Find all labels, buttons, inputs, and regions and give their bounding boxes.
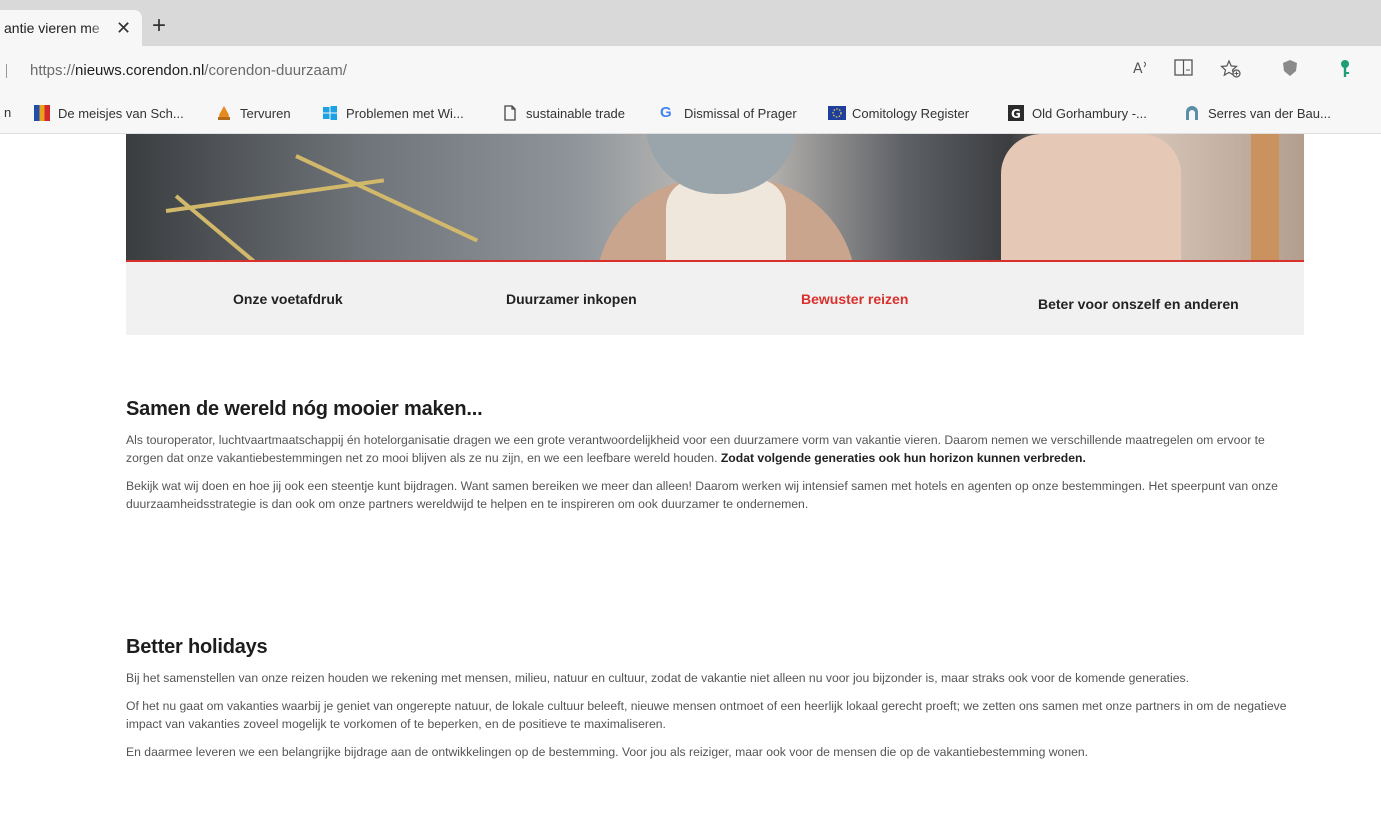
bookmark-item[interactable]: De meisjes van Sch...	[34, 105, 184, 121]
new-tab-icon[interactable]: +	[152, 14, 166, 38]
bookmark-label: sustainable trade	[526, 105, 626, 121]
nav-onze-voetafdruk[interactable]: Onze voetafdruk	[233, 291, 343, 307]
nav-bewuster-reizen[interactable]: Bewuster reizen	[801, 291, 908, 307]
google-icon: G	[660, 104, 672, 121]
tab-title: antie vieren me	[4, 20, 100, 36]
bookmarks-bar: n De meisjes van Sch... Tervuren Problem…	[0, 94, 1381, 134]
nav-duurzamer-inkopen[interactable]: Duurzamer inkopen	[506, 291, 637, 307]
bookmark-item[interactable]: G Dismissal of Prager	[660, 105, 797, 121]
extension-shield-icon[interactable]	[1282, 59, 1298, 80]
nav-beter-voor-onszelf[interactable]: Beter voor onszelf en anderen	[1038, 296, 1239, 312]
paragraph: En daarmee leveren we een belangrijke bi…	[126, 745, 1089, 759]
flag-icon	[34, 105, 50, 121]
close-tab-icon[interactable]: ✕	[116, 19, 131, 37]
bookmark-label: De meisjes van Sch...	[58, 105, 184, 121]
address-bar-row: https://nieuws.corendon.nl/corendon-duur…	[0, 46, 1381, 94]
bookmark-label: Dismissal of Prager	[684, 105, 797, 121]
bookmark-item[interactable]: G Old Gorhambury -...	[1008, 105, 1147, 121]
url-host: nieuws.corendon.nl	[75, 62, 205, 79]
bookmark-label: Serres van der Bau...	[1208, 105, 1331, 121]
bookmark-label: Old Gorhambury -...	[1032, 105, 1147, 121]
address-bar-edge	[6, 64, 7, 78]
g-box-icon: G	[1008, 105, 1024, 121]
browser-tab[interactable]: antie vieren me ✕	[0, 10, 142, 46]
page-icon	[502, 105, 518, 121]
drop-icon	[216, 105, 232, 121]
favorites-star-icon[interactable]	[1220, 59, 1242, 82]
paragraph-bold: Zodat volgende generaties ook hun horizo…	[720, 451, 1086, 465]
bookmark-label: n	[4, 105, 12, 120]
paragraph: Bekijk wat wij doen en hoe jij ook een s…	[126, 479, 1278, 511]
eu-icon	[828, 105, 846, 121]
address-bar[interactable]: https://nieuws.corendon.nl/corendon-duur…	[30, 62, 347, 79]
windows-icon	[322, 105, 338, 121]
svg-text:A: A	[1133, 61, 1143, 77]
section-title: Samen de wereld nóg mooier maken...	[126, 398, 483, 420]
tab-strip: antie vieren me ✕ +	[0, 0, 1381, 46]
url-path: /corendon-duurzaam/	[204, 62, 347, 79]
section-better-holidays: Better holidays Bij het samenstellen van…	[126, 636, 1296, 761]
bookmark-item[interactable]: sustainable trade	[502, 105, 625, 121]
post	[1251, 134, 1279, 262]
bookmark-item[interactable]: Problemen met Wi...	[322, 105, 464, 121]
reader-view-icon[interactable]	[1174, 59, 1194, 80]
section-samen: Samen de wereld nóg mooier maken... Als …	[126, 398, 1296, 513]
bookmark-item[interactable]: Tervuren	[216, 105, 291, 121]
read-aloud-icon[interactable]: A	[1132, 59, 1150, 80]
bookmark-item[interactable]: Comitology Register	[828, 105, 969, 121]
bookmark-label: Problemen met Wi...	[346, 105, 464, 121]
section-title: Better holidays	[126, 636, 268, 658]
arch-icon	[1184, 105, 1200, 121]
passerby-figure	[1001, 134, 1181, 262]
extension-key-icon[interactable]	[1338, 59, 1352, 82]
paragraph: Of het nu gaat om vakanties waarbij je g…	[126, 699, 1287, 731]
road-marking	[295, 154, 479, 243]
paragraph-text: Als touroperator, luchtvaartmaatschappij…	[126, 433, 1265, 465]
paragraph: Als touroperator, luchtvaartmaatschappij…	[126, 431, 1296, 467]
paragraph: Bij het samenstellen van onze reizen hou…	[126, 671, 1189, 685]
bookmark-label: Tervuren	[240, 105, 291, 121]
hero-image	[126, 134, 1304, 262]
bookmark-item[interactable]: Serres van der Bau...	[1184, 105, 1331, 121]
bookmark-item[interactable]: n	[4, 105, 11, 120]
section-nav: Onze voetafdruk Duurzamer inkopen Bewust…	[126, 262, 1304, 335]
bookmark-label: Comitology Register	[852, 105, 970, 121]
svg-text:G: G	[1011, 107, 1021, 121]
url-prefix: https://	[30, 62, 76, 79]
